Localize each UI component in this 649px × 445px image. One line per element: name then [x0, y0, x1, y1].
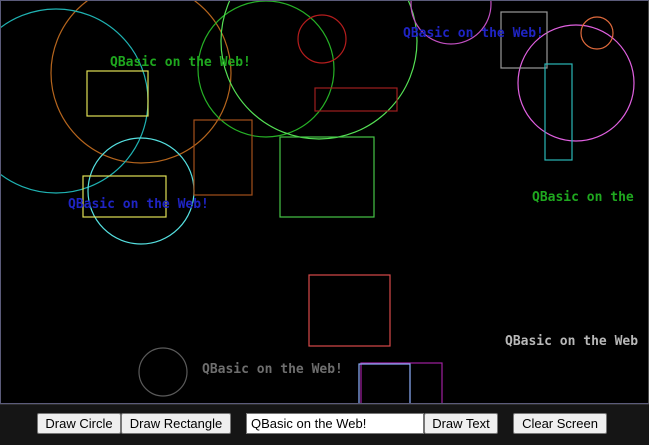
drawn-text: QBasic on the Web!: [110, 55, 251, 70]
drawn-rectangle: [358, 363, 411, 403]
drawn-rectangle: [360, 362, 443, 403]
drawn-rectangle: [193, 119, 253, 196]
drawn-circle: [138, 347, 188, 397]
drawn-circle: [87, 137, 195, 245]
graphics-canvas: QBasic on the Web! QBasic on the Web! QB…: [0, 0, 649, 404]
drawn-text: QBasic on the Web!: [403, 26, 544, 41]
drawn-rectangle: [86, 70, 149, 117]
drawn-text: QBasic on the Web!: [202, 362, 343, 377]
drawn-text: QBasic on the: [532, 190, 634, 205]
drawn-circle: [1, 8, 149, 194]
drawn-rectangle: [279, 136, 375, 218]
draw-text-button[interactable]: Draw Text: [424, 413, 498, 434]
drawn-circle: [517, 24, 635, 142]
drawn-rectangle: [308, 274, 391, 347]
control-toolbar: Draw Circle Draw Rectangle Draw Text Cle…: [0, 404, 649, 445]
draw-text-input[interactable]: [246, 413, 424, 434]
clear-screen-button[interactable]: Clear Screen: [513, 413, 607, 434]
graphics-drawing: QBasic on the Web! QBasic on the Web! QB…: [1, 1, 638, 403]
draw-circle-button[interactable]: Draw Circle: [37, 413, 121, 434]
drawn-circle: [220, 1, 418, 140]
drawn-circle: [297, 14, 347, 64]
drawn-rectangle: [544, 63, 573, 161]
draw-rectangle-button[interactable]: Draw Rectangle: [121, 413, 231, 434]
drawn-text: QBasic on the Web: [505, 334, 638, 349]
drawn-circle: [580, 16, 614, 50]
drawn-circle: [50, 1, 232, 164]
drawn-text: QBasic on the Web!: [68, 197, 209, 212]
